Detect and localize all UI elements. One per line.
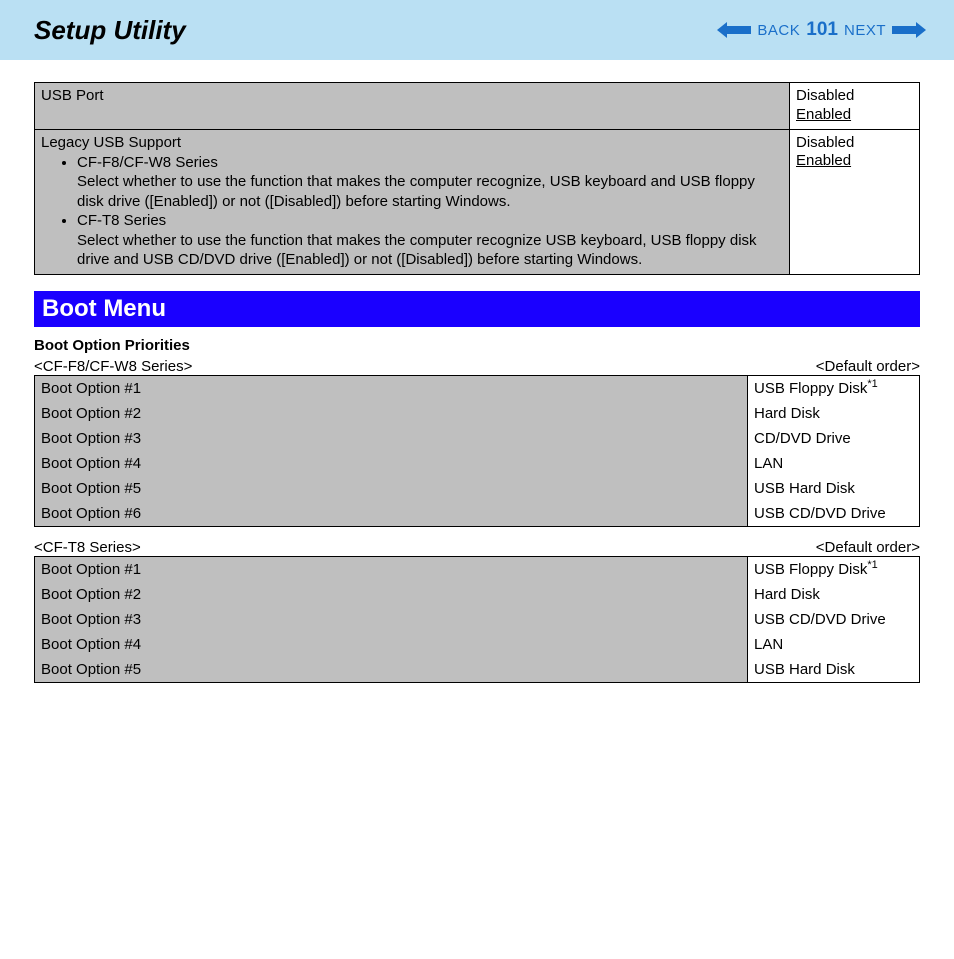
- boot-row-value: Hard Disk: [748, 401, 920, 426]
- default-order-label: <Default order>: [816, 358, 920, 375]
- row-label: Legacy USB Support: [41, 134, 181, 151]
- prev-arrow-icon[interactable]: [717, 22, 751, 38]
- boot-row-value: USB Hard Disk: [748, 476, 920, 501]
- boot-row-label: Boot Option #3: [35, 607, 748, 632]
- option-disabled: Disabled: [796, 87, 913, 106]
- boot-row-value: CD/DVD Drive: [748, 426, 920, 451]
- row-label: USB Port: [41, 87, 104, 104]
- usb-settings-table: USB Port Disabled Enabled Legacy USB Sup…: [34, 82, 920, 275]
- page-nav: BACK 101 NEXT: [717, 19, 926, 41]
- boot-row-value: USB CD/DVD Drive: [748, 607, 920, 632]
- series-label: <CF-F8/CF-W8 Series>: [34, 358, 192, 375]
- default-order-label: <Default order>: [816, 539, 920, 556]
- option-disabled: Disabled: [796, 134, 913, 153]
- boot-row-label: Boot Option #1: [35, 556, 748, 582]
- next-link[interactable]: NEXT: [844, 22, 886, 39]
- boot-row-value: LAN: [748, 451, 920, 476]
- boot-row-value: USB Hard Disk: [748, 657, 920, 683]
- boot-row-value: LAN: [748, 632, 920, 657]
- boot-table-cfw8: Boot Option #1 USB Floppy Disk*1 Boot Op…: [34, 375, 920, 527]
- boot-row-label: Boot Option #3: [35, 426, 748, 451]
- series-desc: Select whether to use the function that …: [77, 172, 783, 211]
- series-label: <CF-T8 Series>: [34, 539, 141, 556]
- boot-row-label: Boot Option #4: [35, 451, 748, 476]
- boot-row-label: Boot Option #1: [35, 375, 748, 401]
- next-arrow-icon[interactable]: [892, 22, 926, 38]
- boot-row-label: Boot Option #2: [35, 582, 748, 607]
- boot-row-label: Boot Option #5: [35, 476, 748, 501]
- page-number: 101: [806, 19, 838, 41]
- boot-row-label: Boot Option #2: [35, 401, 748, 426]
- back-link[interactable]: BACK: [757, 22, 800, 39]
- boot-row-label: Boot Option #4: [35, 632, 748, 657]
- boot-row-value: USB Floppy Disk*1: [748, 375, 920, 401]
- sub-heading-boot-priorities: Boot Option Priorities: [34, 337, 920, 354]
- series-name: CF-T8 Series: [77, 212, 166, 229]
- option-enabled: Enabled: [796, 152, 913, 171]
- boot-table-cft8: Boot Option #1 USB Floppy Disk*1 Boot Op…: [34, 556, 920, 683]
- series-name: CF-F8/CF-W8 Series: [77, 154, 218, 171]
- boot-row-value: USB CD/DVD Drive: [748, 501, 920, 527]
- series-desc: Select whether to use the function that …: [77, 231, 783, 270]
- boot-row-label: Boot Option #5: [35, 657, 748, 683]
- section-heading-boot-menu: Boot Menu: [34, 291, 920, 327]
- option-enabled: Enabled: [796, 106, 913, 125]
- boot-row-value: USB Floppy Disk*1: [748, 556, 920, 582]
- page-title: Setup Utility: [34, 15, 186, 46]
- boot-row-value: Hard Disk: [748, 582, 920, 607]
- boot-row-label: Boot Option #6: [35, 501, 748, 527]
